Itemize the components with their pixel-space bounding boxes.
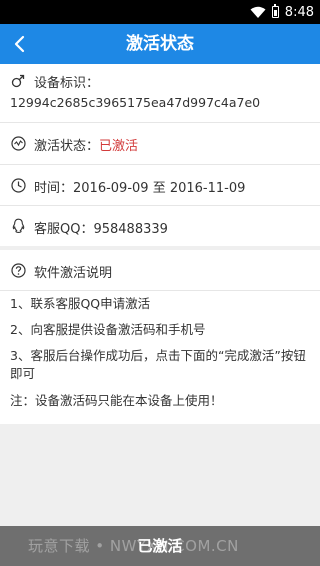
activated-button[interactable]: 已激活 bbox=[0, 526, 320, 566]
male-symbol-icon bbox=[10, 73, 26, 89]
qq-penguin-icon bbox=[10, 218, 26, 234]
support-qq-text: 客服QQ：958488339 bbox=[34, 218, 168, 237]
support-qq-label: 客服QQ： bbox=[34, 222, 94, 237]
bottom-bar: 玩意下载 • NWYXH.COM.CN 已激活 bbox=[0, 526, 320, 566]
time-row: 时间：2016-09-09 至 2016-11-09 bbox=[0, 165, 320, 205]
device-id-value: 12994c2685c3965175ea47d997c4a7e0 bbox=[10, 95, 261, 110]
app-bar: 激活状态 bbox=[0, 24, 320, 64]
activity-circle-icon bbox=[10, 135, 26, 151]
time-text: 时间：2016-09-09 至 2016-11-09 bbox=[34, 177, 245, 196]
support-qq-value: 958488339 bbox=[93, 222, 168, 237]
support-qq-row: 客服QQ：958488339 bbox=[0, 206, 320, 246]
page-title: 激活状态 bbox=[126, 34, 194, 54]
status-time: 8:48 bbox=[284, 4, 314, 20]
instruction-step-3: 3、客服后台操作成功后，点击下面的“完成激活”按钮 即可 bbox=[10, 347, 306, 383]
instructions-title: 软件激活说明 bbox=[34, 266, 113, 281]
time-label: 时间： bbox=[34, 181, 74, 196]
clock-icon bbox=[10, 177, 26, 193]
instruction-step-2: 2、向客服提供设备激活码和手机号 bbox=[10, 322, 206, 337]
instruction-step-3-line-2: 即可 bbox=[10, 366, 36, 381]
battery-icon bbox=[271, 4, 279, 18]
instruction-note: 注：设备激活码只能在本设备上使用！ bbox=[10, 393, 223, 408]
device-id-label: 设备标识： bbox=[34, 76, 100, 91]
instruction-step-1: 1、联系客服QQ申请激活 bbox=[10, 296, 151, 311]
activation-info-card: 设备标识： 12994c2685c3965175ea47d997c4a7e0 激… bbox=[0, 64, 320, 246]
instruction-step-3-line-1: 3、客服后台操作成功后，点击下面的“完成激活”按钮 bbox=[10, 348, 306, 363]
activation-status-label: 激活状态： bbox=[34, 139, 100, 154]
status-bar-right: 8:48 bbox=[250, 0, 314, 24]
activation-status: 激活状态：已激活 bbox=[34, 135, 138, 154]
status-bar: 8:48 bbox=[0, 0, 320, 24]
instructions-card: 软件激活说明 1、联系客服QQ申请激活 2、向客服提供设备激活码和手机号 3、客… bbox=[0, 250, 320, 424]
time-value: 2016-09-09 至 2016-11-09 bbox=[73, 181, 246, 196]
help-circle-icon bbox=[10, 262, 26, 278]
wifi-icon bbox=[250, 6, 266, 18]
divider bbox=[0, 290, 320, 291]
status-badge: 已激活 bbox=[99, 139, 139, 154]
device-id-row: 设备标识： 12994c2685c3965175ea47d997c4a7e0 bbox=[0, 64, 320, 122]
activation-status-row: 激活状态：已激活 bbox=[0, 123, 320, 164]
instructions-header: 软件激活说明 bbox=[0, 250, 320, 290]
